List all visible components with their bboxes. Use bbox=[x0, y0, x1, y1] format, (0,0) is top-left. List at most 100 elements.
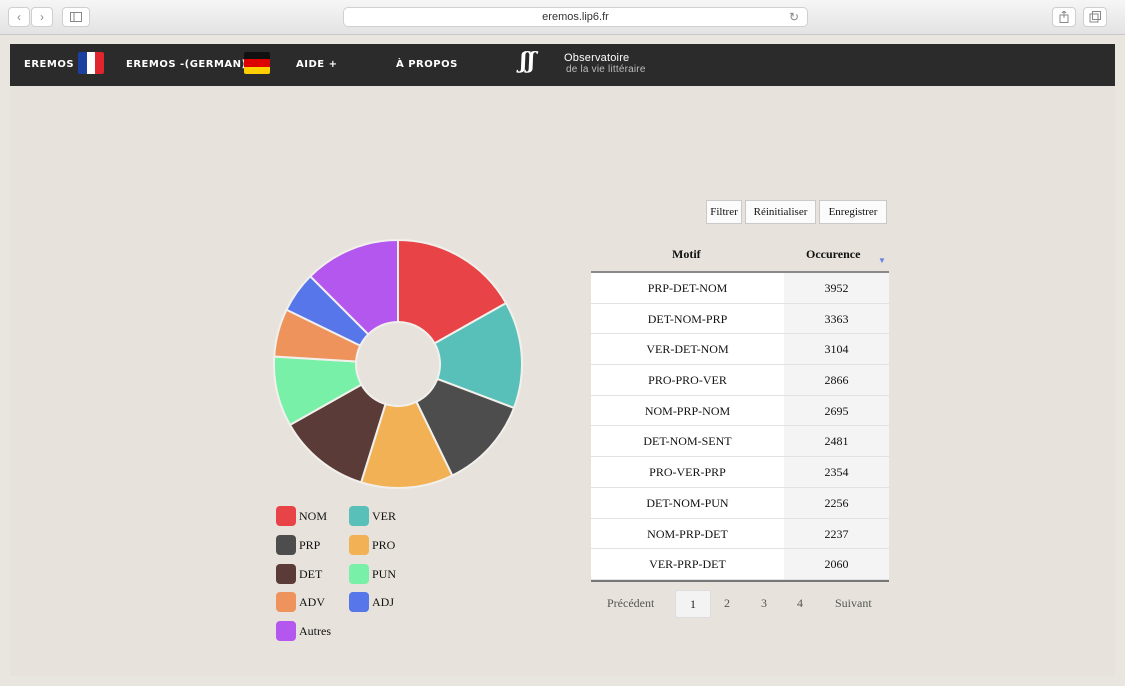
table-row[interactable]: DET-NOM-PRP 3363 bbox=[591, 303, 889, 335]
table-divider bbox=[591, 579, 889, 582]
legend-item-autres[interactable]: Autres bbox=[276, 621, 331, 641]
legend-item-ver[interactable]: VER bbox=[349, 506, 396, 526]
forward-button[interactable]: › bbox=[31, 7, 53, 27]
legend-swatch bbox=[349, 535, 369, 555]
share-button[interactable] bbox=[1052, 7, 1076, 27]
reset-button[interactable]: Réinitialiser bbox=[745, 200, 816, 224]
cell-motif: DET-NOM-PRP bbox=[591, 303, 784, 334]
legend-label: NOM bbox=[299, 508, 328, 523]
cell-motif: NOM-PRP-DET bbox=[591, 518, 784, 549]
cell-occurence: 3363 bbox=[784, 303, 889, 334]
cell-occurence: 2866 bbox=[784, 365, 889, 395]
table-row[interactable]: DET-NOM-PUN 2256 bbox=[591, 487, 889, 519]
table-row[interactable]: VER-DET-NOM 3104 bbox=[591, 334, 889, 366]
page-button-1[interactable]: 1 bbox=[675, 590, 711, 618]
legend-label: ADV bbox=[299, 594, 325, 609]
sidebar-button[interactable] bbox=[62, 7, 90, 27]
cell-motif: DET-NOM-SENT bbox=[591, 426, 784, 457]
filter-button[interactable]: Filtrer bbox=[706, 200, 742, 224]
cell-motif: DET-NOM-PUN bbox=[591, 487, 784, 518]
legend-swatch bbox=[276, 506, 296, 526]
cell-occurence: 2237 bbox=[784, 518, 889, 549]
legend-swatch bbox=[276, 564, 296, 584]
legend-item-adv[interactable]: ADV bbox=[276, 592, 325, 612]
site-logo[interactable]: ʃʃ Observatoire de la vie littéraire bbox=[520, 48, 670, 82]
save-button[interactable]: Enregistrer bbox=[819, 200, 887, 224]
cell-occurence: 2060 bbox=[784, 549, 889, 579]
legend-swatch bbox=[276, 621, 296, 641]
table-row[interactable]: NOM-PRP-NOM 2695 bbox=[591, 395, 889, 427]
chevron-left-icon: ‹ bbox=[17, 10, 21, 24]
chevron-right-icon: › bbox=[40, 10, 44, 24]
cell-motif: PRO-PRO-VER bbox=[591, 365, 784, 395]
share-icon bbox=[1059, 11, 1069, 23]
url-text: eremos.lip6.fr bbox=[542, 11, 609, 23]
cell-motif: PRO-VER-PRP bbox=[591, 457, 784, 487]
sort-down-icon[interactable]: ▼ bbox=[878, 256, 886, 265]
cell-occurence: 2354 bbox=[784, 457, 889, 487]
table-row[interactable]: PRO-VER-PRP 2354 bbox=[591, 457, 889, 488]
nav-apropos[interactable]: À PROPOS bbox=[396, 59, 458, 70]
sidebar-icon bbox=[70, 12, 82, 22]
french-flag-icon[interactable] bbox=[78, 52, 104, 74]
cell-motif: PRP-DET-NOM bbox=[591, 273, 784, 303]
nav-aide[interactable]: AIDE + bbox=[296, 59, 337, 70]
donut-chart bbox=[273, 238, 523, 489]
page-button-3[interactable]: 3 bbox=[761, 596, 767, 611]
logo-title: Observatoire bbox=[564, 52, 630, 64]
cell-occurence: 2256 bbox=[784, 487, 889, 518]
legend-item-adj[interactable]: ADJ bbox=[349, 592, 394, 612]
cell-occurence: 2695 bbox=[784, 395, 889, 426]
cell-motif: VER-DET-NOM bbox=[591, 334, 784, 365]
cell-motif: NOM-PRP-NOM bbox=[591, 395, 784, 426]
site-nav: EREMOS EREMOS -(GERMAN) AIDE + À PROPOS … bbox=[10, 44, 1115, 86]
page-button-4[interactable]: 4 bbox=[797, 596, 803, 611]
german-flag-icon[interactable] bbox=[244, 52, 270, 74]
pagination: Précédent 1 2 3 4 Suivant bbox=[591, 590, 889, 620]
browser-toolbar: ‹ › eremos.lip6.fr ↻ bbox=[0, 0, 1125, 35]
table-header: Motif Occurence ▼ bbox=[591, 241, 889, 273]
nav-eremos[interactable]: EREMOS bbox=[24, 59, 74, 70]
table-row[interactable]: PRP-DET-NOM 3952 bbox=[591, 273, 889, 304]
legend-swatch bbox=[349, 564, 369, 584]
cell-occurence: 2481 bbox=[784, 426, 889, 457]
header-occurence[interactable]: Occurence bbox=[806, 247, 860, 262]
legend-label: DET bbox=[299, 566, 323, 581]
reload-icon[interactable]: ↻ bbox=[789, 8, 799, 26]
legend-label: PRO bbox=[372, 537, 396, 552]
legend-swatch bbox=[349, 506, 369, 526]
legend-swatch bbox=[349, 592, 369, 612]
logo-mark-icon: ʃʃ bbox=[520, 48, 536, 74]
legend-item-prp[interactable]: PRP bbox=[276, 535, 320, 555]
legend-label: ADJ bbox=[372, 594, 395, 609]
table-row[interactable]: PRO-PRO-VER 2866 bbox=[591, 365, 889, 396]
legend-label: VER bbox=[372, 508, 396, 523]
cell-occurence: 3104 bbox=[784, 334, 889, 365]
tabs-button[interactable] bbox=[1083, 7, 1107, 27]
motif-table: Motif Occurence ▼ PRP-DET-NOM 3952 DET-NOM… bbox=[591, 241, 889, 582]
legend-item-nom[interactable]: NOM bbox=[276, 506, 327, 526]
tabs-icon bbox=[1089, 11, 1101, 23]
cell-motif: VER-PRP-DET bbox=[591, 549, 784, 579]
legend-swatch bbox=[276, 592, 296, 612]
legend-item-pro[interactable]: PRO bbox=[349, 535, 395, 555]
prev-page-button[interactable]: Précédent bbox=[607, 596, 654, 611]
content-area bbox=[10, 86, 1115, 676]
legend-item-pun[interactable]: PUN bbox=[349, 564, 396, 584]
legend-label: Autres bbox=[299, 623, 331, 638]
legend-swatch bbox=[276, 535, 296, 555]
back-button[interactable]: ‹ bbox=[8, 7, 30, 27]
table-body: PRP-DET-NOM 3952 DET-NOM-PRP 3363 VER-DET-NO… bbox=[591, 273, 889, 580]
page-button-2[interactable]: 2 bbox=[724, 596, 730, 611]
header-motif[interactable]: Motif bbox=[672, 247, 701, 262]
legend-item-det[interactable]: DET bbox=[276, 564, 322, 584]
logo-subtitle: de la vie littéraire bbox=[566, 64, 646, 75]
table-row[interactable]: VER-PRP-DET 2060 bbox=[591, 549, 889, 580]
legend-label: PUN bbox=[372, 566, 397, 581]
nav-eremos-german[interactable]: EREMOS -(GERMAN) bbox=[126, 59, 247, 70]
table-row[interactable]: DET-NOM-SENT 2481 bbox=[591, 426, 889, 458]
next-page-button[interactable]: Suivant bbox=[835, 596, 872, 611]
address-bar[interactable]: eremos.lip6.fr ↻ bbox=[343, 7, 808, 27]
cell-occurence: 3952 bbox=[784, 273, 889, 303]
table-row[interactable]: NOM-PRP-DET 2237 bbox=[591, 518, 889, 550]
